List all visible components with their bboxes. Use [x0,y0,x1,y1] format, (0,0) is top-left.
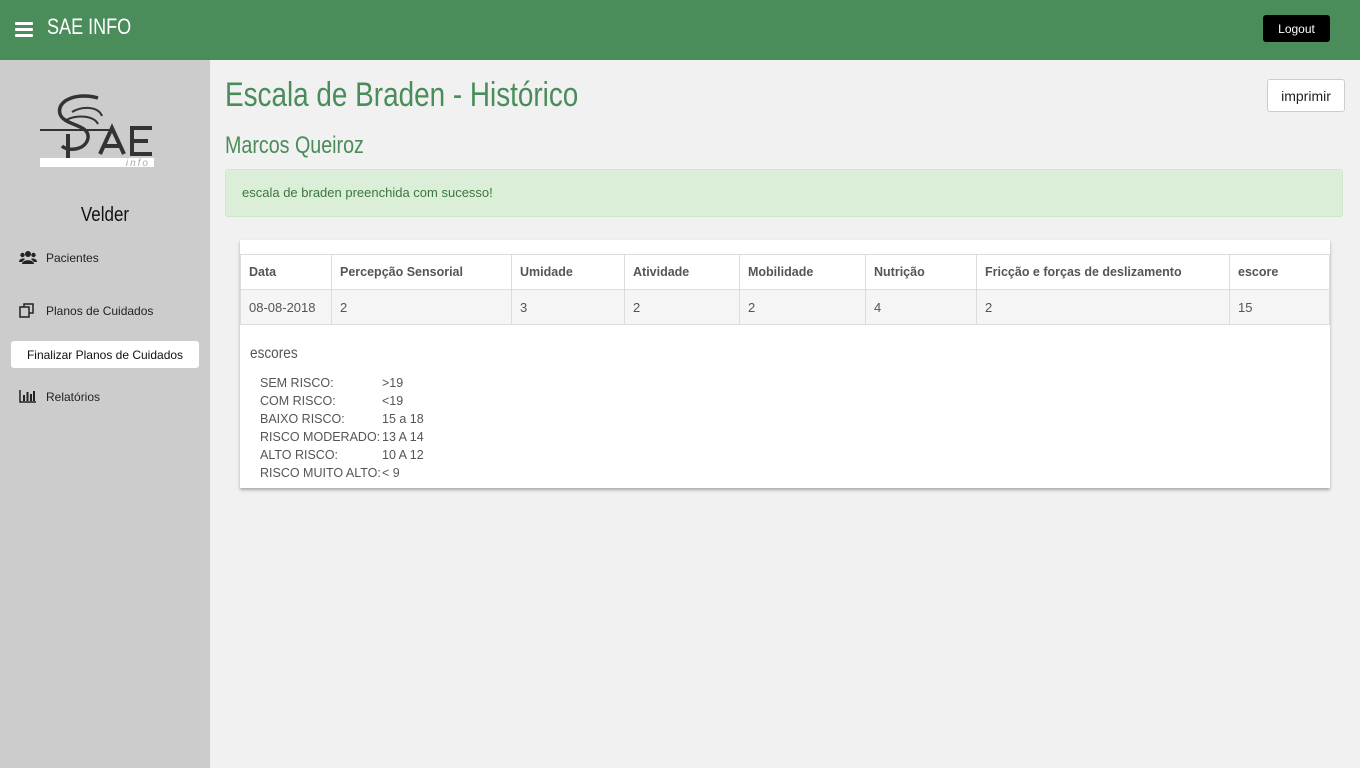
sae-logo: info [38,94,158,170]
print-button[interactable]: imprimir [1267,79,1345,112]
column-header: Fricção e forças de deslizamento [976,254,1230,290]
escore-row: RISCO MODERADO: 13 A 14 [260,430,424,448]
escore-label: COM RISCO: [260,394,336,408]
sidebar-item-label: Finalizar Planos de Cuidados [26,347,184,362]
escore-value: 13 A 14 [382,430,424,444]
escore-value: >19 [382,376,404,390]
escore-row: SEM RISCO: >19 [260,376,424,394]
escore-row: BAIXO RISCO: 15 a 18 [260,412,424,430]
sidebar: info Velder Pacientes Planos de Cuidados [0,60,210,768]
success-alert: escala de braden preenchida com sucesso! [225,169,1343,217]
escore-label: RISCO MUITO ALTO: [260,466,381,480]
escore-label: ALTO RISCO: [260,448,339,462]
sidebar-item-relatorios[interactable]: Relatórios [19,389,100,405]
escore-value: <19 [382,394,404,408]
top-navbar: SAE INFO Logout [0,0,1360,60]
column-header: Percepção Sensorial [331,254,512,290]
escores-legend: SEM RISCO: >19 COM RISCO: <19 BAIXO RISC… [260,376,424,484]
page-title: Escala de Braden - Histórico [225,76,579,114]
app-brand[interactable]: SAE INFO [47,14,131,40]
sidebar-item-label: Planos de Cuidados [46,304,154,318]
patient-name: Marcos Queiroz [225,132,364,159]
column-header: Umidade [511,254,625,290]
column-header: escore [1229,254,1330,290]
escores-heading: escores [250,345,298,362]
table-cell: 08-08-2018 [240,289,332,325]
sidebar-item-planos-de-cuidados[interactable]: Planos de Cuidados [19,303,153,319]
column-header: Mobilidade [739,254,866,290]
hamburger-menu-icon[interactable] [15,22,33,38]
escore-row: ALTO RISCO: 10 A 12 [260,448,424,466]
escore-value: < 9 [382,466,400,480]
escore-value: 15 a 18 [382,412,424,426]
table-cell: 2 [739,289,866,325]
history-card: Data Percepção Sensorial Umidade Ativida… [240,240,1330,488]
table-cell: 15 [1229,289,1330,325]
sidebar-item-label: Relatórios [46,390,101,404]
sidebar-item-pacientes[interactable]: Pacientes [19,250,99,266]
table-cell: 2 [976,289,1230,325]
escore-label: SEM RISCO: [260,376,334,390]
sidebar-item-finalizar-planos[interactable]: Finalizar Planos de Cuidados [11,341,199,368]
escore-label: BAIXO RISCO: [260,412,345,426]
table-cell: 3 [511,289,625,325]
users-icon [19,250,39,266]
escore-value: 10 A 12 [382,448,424,462]
bar-chart-icon [19,389,39,405]
braden-history-table: Data Percepção Sensorial Umidade Ativida… [240,254,1330,325]
user-name: Velder [80,204,130,226]
copy-icon [19,303,39,319]
table-header-row: Data Percepção Sensorial Umidade Ativida… [240,254,1330,290]
escore-row: COM RISCO: <19 [260,394,424,412]
svg-text:info: info [126,158,150,169]
table-cell: 4 [865,289,977,325]
table-cell: 2 [331,289,512,325]
alert-message: escala de braden preenchida com sucesso! [242,185,493,200]
escore-row: RISCO MUITO ALTO: < 9 [260,466,424,484]
table-cell: 2 [624,289,740,325]
sidebar-item-label: Pacientes [46,251,99,265]
escore-label: RISCO MODERADO: [260,430,381,444]
column-header: Data [240,254,332,290]
logout-button[interactable]: Logout [1263,15,1330,42]
column-header: Atividade [624,254,740,290]
column-header: Nutrição [865,254,977,290]
table-row: 08-08-2018 2 3 2 2 4 2 15 [240,289,1330,325]
